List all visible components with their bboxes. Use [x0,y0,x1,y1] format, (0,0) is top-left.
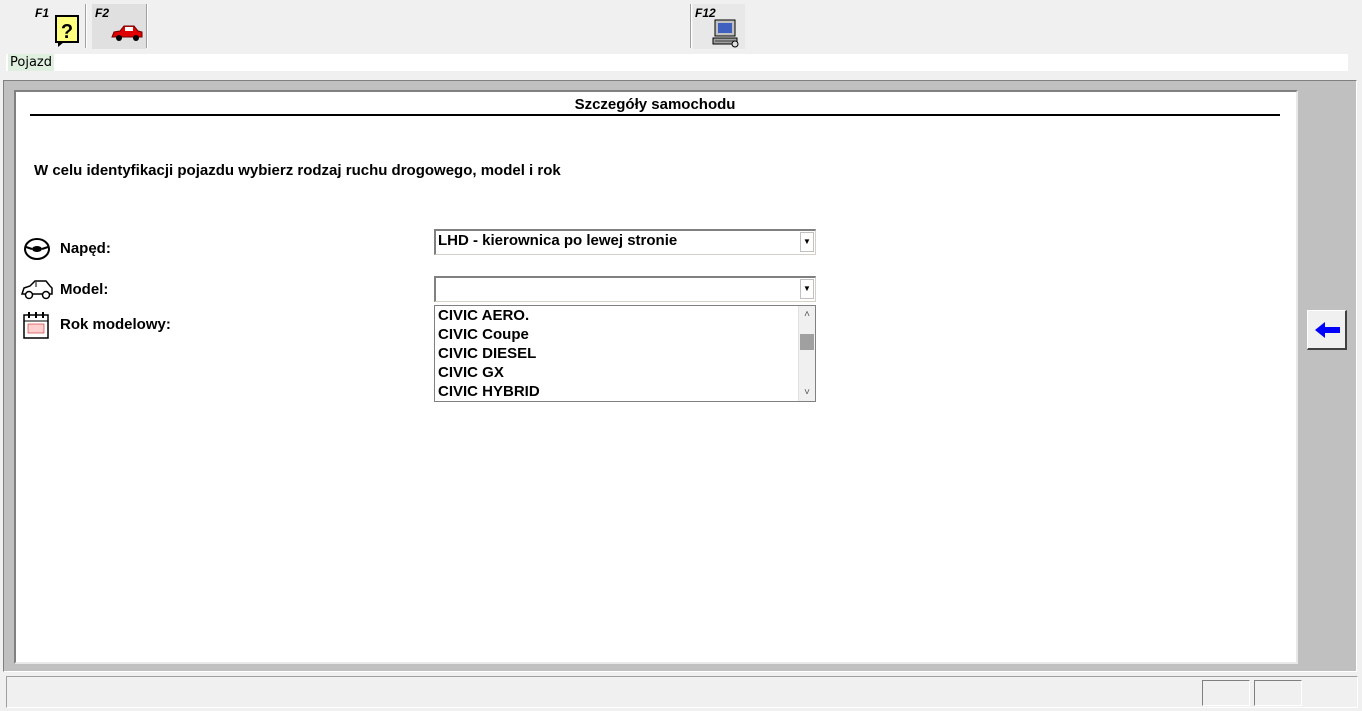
model-label: Model: [60,281,109,298]
scroll-up-icon[interactable]: ˄ [799,306,815,323]
model-year-label: Rok modelowy: [60,316,171,333]
car-outline-icon [20,280,53,300]
toolbar: F1 ? F2 F12 [0,0,1362,52]
connect-button[interactable]: F12 [693,4,745,49]
model-select[interactable]: ▼ [434,276,816,302]
list-item[interactable]: CIVIC DIESEL [435,344,815,363]
back-button[interactable] [1307,310,1347,350]
computer-connect-icon [712,19,739,48]
back-arrow-icon [1315,322,1340,338]
help-icon: ? [55,15,79,47]
status-bar [6,676,1358,708]
steering-wheel-icon [24,238,50,260]
model-options: CIVIC AERO. CIVIC Coupe CIVIC DIESEL CIVIC … [435,306,815,401]
breadcrumb-bar: Pojazd [6,54,1348,71]
model-dropdown-list[interactable]: CIVIC AERO. CIVIC Coupe CIVIC DIESEL CIVIC … [434,305,816,402]
help-key-label: F1 [35,6,50,20]
page-title: Szczegóły samochodu [574,96,736,113]
status-panel [1202,680,1250,706]
title-divider [30,114,1280,116]
list-item[interactable]: CIVIC HYBRID [435,382,815,401]
toolbar-separator [85,4,87,48]
scroll-down-icon[interactable]: ˅ [799,384,815,401]
vehicle-button[interactable]: F2 [92,4,146,49]
instruction-text: W celu identyfikacji pojazdu wybierz rod… [34,162,561,179]
toolbar-separator [690,4,692,48]
list-item[interactable]: CIVIC Coupe [435,325,815,344]
drive-select-value: LHD - kierownica po lewej stronie [438,232,678,249]
vehicle-details-panel: Szczegóły samochodu W celu identyfikacji… [14,90,1298,664]
svg-text:?: ? [61,21,73,43]
list-item[interactable]: CIVIC AERO. [435,306,815,325]
breadcrumb[interactable]: Pojazd [8,54,54,71]
vehicle-key-label: F2 [95,6,110,20]
chevron-down-icon[interactable]: ▼ [800,232,814,252]
drive-label: Napęd: [60,240,111,257]
scroll-thumb[interactable] [800,334,814,350]
list-item[interactable]: CIVIC GX [435,363,815,382]
status-panel [1254,680,1302,706]
toolbar-separator [146,4,148,48]
chevron-down-icon[interactable]: ▼ [800,279,814,299]
calendar-icon [23,312,49,339]
drive-select[interactable]: LHD - kierownica po lewej stronie ▼ [434,229,816,255]
list-scrollbar[interactable]: ˄ ˅ [798,306,815,401]
car-icon [111,25,143,41]
help-button[interactable]: F1 ? [32,4,84,49]
